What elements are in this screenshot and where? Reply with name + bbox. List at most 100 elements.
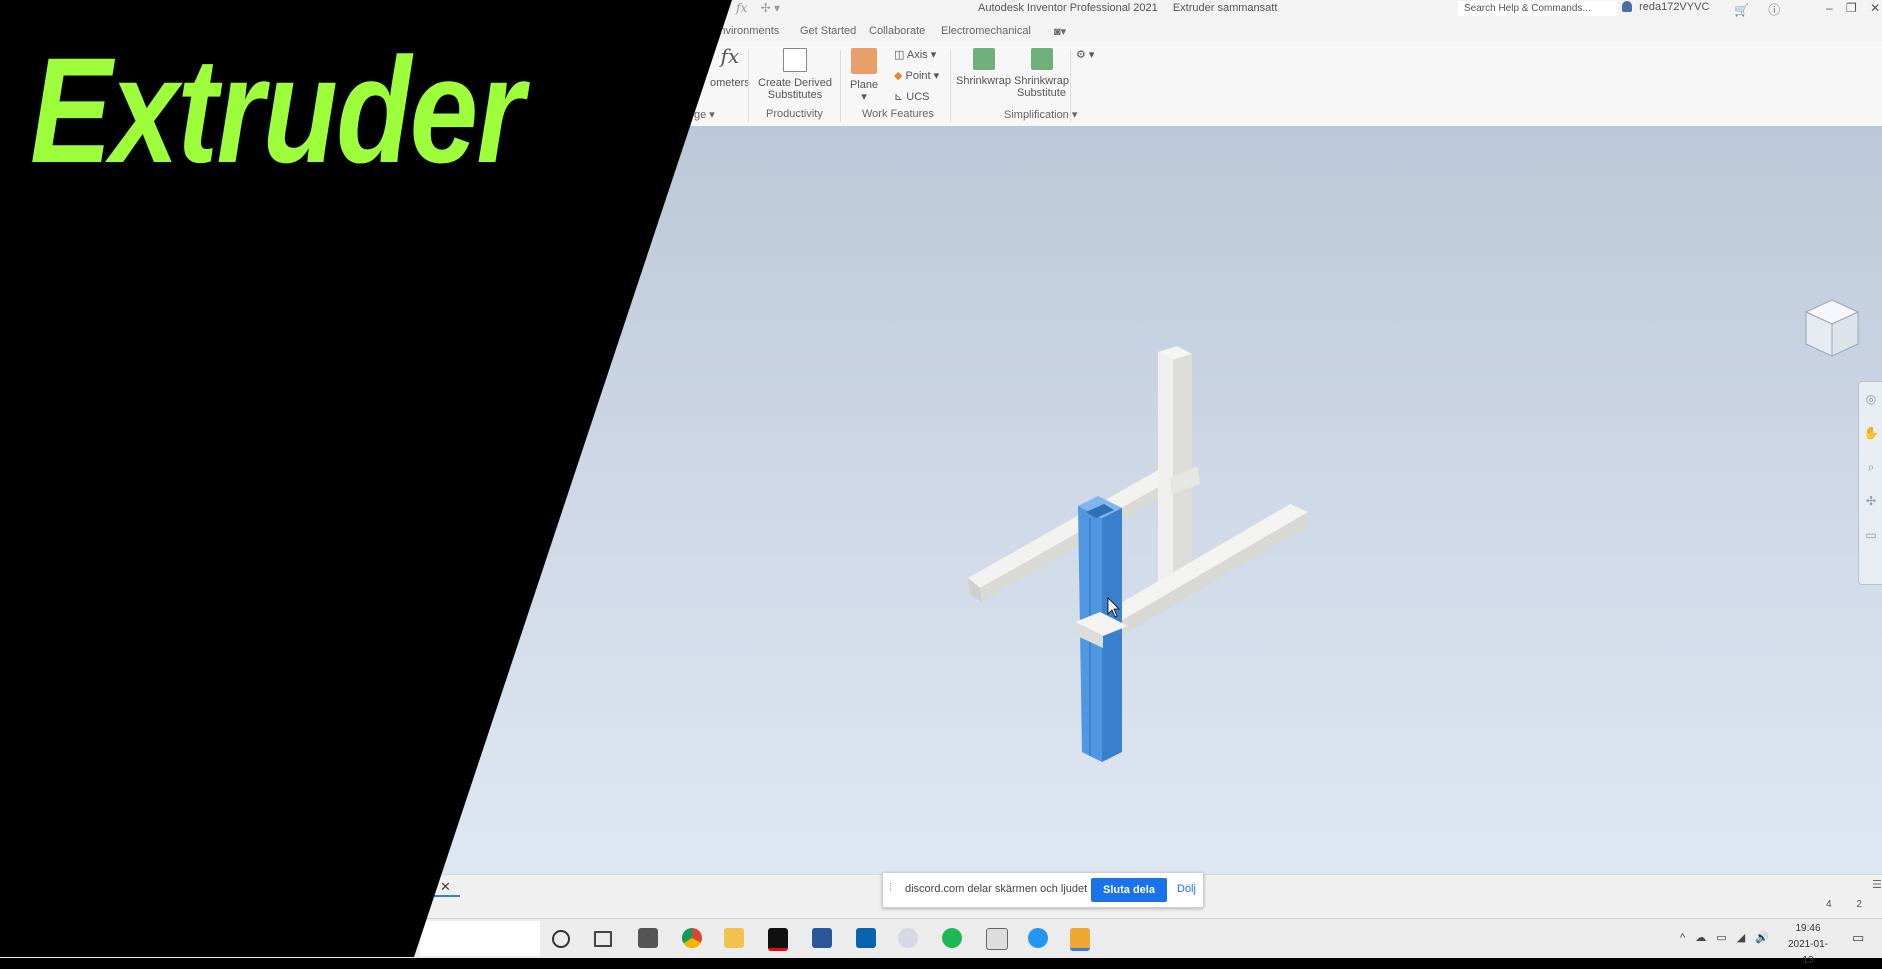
taskbar-search-box[interactable]	[420, 921, 540, 956]
parameters-label: ometers	[710, 77, 750, 89]
left-group-label: ge ▾	[694, 109, 715, 121]
plane-label: Plane	[850, 79, 879, 91]
spotify-icon[interactable]	[942, 928, 962, 948]
onedrive-icon[interactable]: ☁	[1695, 932, 1706, 944]
productivity-group-label: Productivity	[766, 108, 823, 120]
shrinkwrap-button[interactable]: Shrinkwrap	[956, 48, 1011, 87]
help-icon[interactable]: ⓘ	[1768, 3, 1780, 17]
look-at-icon[interactable]: ▭	[1859, 518, 1882, 552]
parameters-button[interactable]: fx ometers	[710, 44, 750, 89]
battery-icon[interactable]: ▭	[1716, 932, 1726, 944]
quick-access-toolbar[interactable]: fx ✢ ▾	[736, 1, 780, 15]
restore-icon[interactable]: ❐	[1846, 1, 1857, 15]
point-button[interactable]: ◆ Point ▾	[894, 69, 939, 82]
tab-collaborate[interactable]: Collaborate	[869, 25, 925, 37]
tab-menu-icon[interactable]: ☰	[1872, 878, 1882, 891]
group-separator	[840, 50, 841, 122]
create-derived-substitutes-button[interactable]: Create Derived Substitutes	[758, 48, 832, 101]
store-icon[interactable]	[638, 928, 658, 948]
shrinkwrap-substitute-icon	[1030, 48, 1053, 70]
netflix-icon[interactable]	[768, 928, 788, 951]
group-separator	[748, 50, 749, 122]
mail-icon[interactable]	[856, 928, 876, 948]
close-document-tab-icon[interactable]: ✕	[440, 879, 451, 895]
volume-icon[interactable]: 🔊	[1755, 932, 1769, 944]
clock-date: 2021-01-13	[1787, 939, 1829, 966]
gear-icon: ⚙	[1076, 49, 1086, 61]
user-menu[interactable]: reda172VYVC	[1622, 1, 1709, 13]
task-view-icon[interactable]	[594, 931, 612, 947]
ucs-button[interactable]: ⊾ UCS	[894, 90, 930, 103]
ucs-icon: ⊾	[894, 91, 904, 103]
ucs-label: UCS	[906, 91, 930, 103]
derived-substitute-icon	[782, 48, 807, 72]
camera-dropdown-icon[interactable]: ◙▾	[1054, 25, 1066, 38]
steering-wheel-icon[interactable]: ◎	[1859, 382, 1882, 416]
minimize-icon[interactable]: –	[1826, 1, 1833, 15]
app-name: Autodesk Inventor Professional 2021	[978, 2, 1158, 14]
graphics-viewport[interactable]: ◎ ✋ ⌕ ✣ ▭	[0, 126, 1882, 874]
viewcube-icon[interactable]	[1802, 296, 1862, 366]
stop-sharing-button[interactable]: Sluta dela	[1091, 878, 1167, 902]
point-icon: ◆	[894, 70, 903, 82]
cat-icon[interactable]	[986, 928, 1008, 950]
notification-icon[interactable]: ▭	[1852, 930, 1864, 946]
zoom-icon[interactable]: ⌕	[1859, 450, 1882, 484]
itunes-icon[interactable]	[898, 928, 918, 948]
fx-icon[interactable]: fx	[736, 1, 747, 15]
file-explorer-icon[interactable]	[724, 928, 744, 948]
network-icon[interactable]: ◢	[1737, 932, 1745, 944]
blue-app-icon[interactable]	[1028, 928, 1048, 948]
cortana-icon[interactable]	[552, 930, 570, 948]
document-name: Extruder sammansatt	[1172, 2, 1278, 14]
shrinkwrap-icon	[972, 48, 995, 70]
system-tray[interactable]: ^ ☁ ▭ ◢ 🔊	[1680, 931, 1776, 944]
drag-handle-icon[interactable]: ⁞	[889, 882, 892, 894]
orbit-icon[interactable]: ✣	[1859, 484, 1882, 518]
user-icon	[1622, 1, 1632, 12]
navigation-bar[interactable]: ◎ ✋ ⌕ ✣ ▭	[1858, 381, 1882, 585]
username: reda172VYVC	[1639, 1, 1710, 13]
chrome-icon[interactable]	[682, 928, 702, 948]
inventor-icon[interactable]	[1070, 928, 1090, 951]
add-icon[interactable]: ✢	[761, 1, 771, 15]
group-separator	[950, 50, 951, 122]
shrinkwrap-substitute-button[interactable]: Shrinkwrap Substitute	[1014, 48, 1069, 99]
taskbar: ^ ☁ ▭ ◢ 🔊 19:46 2021-01-13 ▭	[0, 918, 1882, 966]
screen-share-notification: ⁞ discord.com delar skärmen och ljudet S…	[882, 872, 1204, 908]
hide-link[interactable]: Dölj	[1177, 883, 1196, 895]
parameters-icon: fx	[720, 44, 740, 68]
create-derived-label-2: Substitutes	[767, 89, 823, 101]
shrinkwrap-substitute-label: Shrinkwrap	[1014, 75, 1070, 87]
dropdown-icon[interactable]: ▾	[774, 1, 780, 15]
plane-button[interactable]: Plane ▾	[850, 48, 878, 103]
window-title: Autodesk Inventor Professional 2021 Extr…	[978, 2, 1289, 14]
cart-icon[interactable]: 🛒	[1734, 3, 1749, 17]
create-derived-label: Create Derived	[758, 77, 832, 89]
status-count-b: 2	[1856, 899, 1862, 910]
search-placeholder: Search Help & Commands...	[1464, 3, 1591, 14]
ribbon-options-button[interactable]: ⚙ ▾	[1076, 48, 1094, 61]
plane-icon	[851, 48, 878, 74]
pan-icon[interactable]: ✋	[1859, 416, 1882, 450]
clock[interactable]: 19:46 2021-01-13	[1783, 921, 1833, 969]
assembly-model[interactable]	[0, 126, 1882, 874]
word-icon[interactable]	[812, 928, 832, 948]
tab-environments[interactable]: Environments	[712, 25, 779, 37]
status-counts: 4 2	[1826, 899, 1882, 910]
active-tab-indicator	[380, 895, 460, 897]
tab-electromechanical[interactable]: Electromechanical	[941, 25, 1031, 37]
search-input[interactable]: Search Help & Commands...	[1458, 1, 1618, 16]
video-title: Extruder	[30, 26, 524, 194]
axis-label: Axis	[906, 49, 928, 61]
chevron-up-icon[interactable]: ^	[1680, 932, 1685, 944]
shrinkwrap-substitute-label-2: Substitute	[1017, 87, 1066, 99]
group-separator	[1070, 50, 1071, 122]
share-message: discord.com delar skärmen och ljudet	[905, 883, 1088, 895]
shrinkwrap-label: Shrinkwrap	[956, 75, 1012, 87]
tab-get-started[interactable]: Get Started	[800, 25, 856, 37]
close-icon[interactable]: ✕	[1870, 1, 1880, 15]
axis-button[interactable]: ◫ Axis ▾	[894, 48, 936, 61]
rail-diagonal-left[interactable]	[968, 466, 1178, 602]
status-count-a: 4	[1826, 899, 1832, 910]
